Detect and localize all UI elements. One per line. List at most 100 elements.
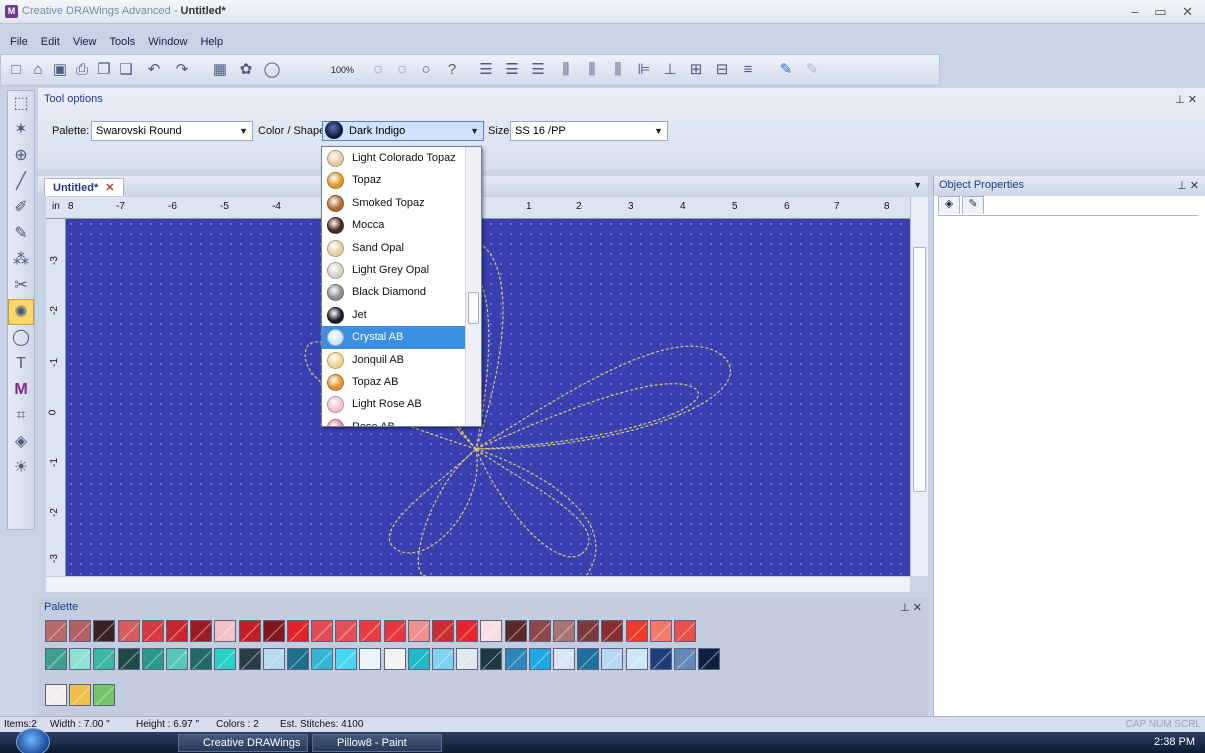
palette-color-swatch[interactable] xyxy=(432,648,454,670)
palette-color-swatch[interactable] xyxy=(165,648,188,670)
distribute-v-icon[interactable]: ⊥ xyxy=(661,61,679,79)
palette-icon[interactable]: ✿ xyxy=(237,61,255,79)
color-option[interactable]: Light Grey Opal xyxy=(322,259,481,281)
align-left-icon[interactable]: ☰ xyxy=(477,61,495,79)
new-icon[interactable]: □ xyxy=(7,61,25,79)
palette-color-swatch[interactable] xyxy=(69,648,92,670)
ungroup-icon[interactable]: ⊟ xyxy=(713,61,731,79)
palette-color-swatch[interactable] xyxy=(480,620,503,642)
palette-color-swatch[interactable] xyxy=(45,648,67,670)
palette-color-swatch[interactable] xyxy=(649,620,672,642)
fill-properties-tab-icon[interactable]: ◈ xyxy=(938,196,960,214)
menu-window[interactable]: Window xyxy=(148,36,187,48)
monogram-tool-icon[interactable]: M xyxy=(8,377,34,403)
color-option[interactable]: Black Diamond xyxy=(322,281,481,303)
color-option[interactable]: Light Colorado Topaz xyxy=(322,147,481,169)
text-tool-icon[interactable]: T xyxy=(8,351,34,377)
palette-color-swatch[interactable] xyxy=(214,648,237,670)
color-option[interactable]: Topaz xyxy=(322,169,481,191)
palette-color-swatch[interactable] xyxy=(383,620,406,642)
palette-color-swatch[interactable] xyxy=(286,620,309,642)
palette-color-swatch[interactable] xyxy=(552,648,575,670)
zoom-fit-icon[interactable]: ○ xyxy=(417,61,435,79)
align-center-icon[interactable]: ☰ xyxy=(503,61,521,79)
align-bottom-icon[interactable]: ⫼ xyxy=(609,61,627,79)
align-right-icon[interactable]: ☰ xyxy=(529,61,547,79)
help-icon[interactable]: ? xyxy=(443,61,461,79)
group-icon[interactable]: ⊞ xyxy=(687,61,705,79)
select-tool-icon[interactable]: ⬚ xyxy=(8,91,34,117)
palette-color-swatch[interactable] xyxy=(262,648,285,670)
palette-special-swatch[interactable] xyxy=(45,684,67,706)
color-option[interactable]: Rose AB xyxy=(322,416,481,426)
zoom-tool-icon[interactable]: ⊕ xyxy=(8,143,34,169)
color-shape-dropdown-list[interactable]: Light Colorado Topaz Topaz Smoked Topaz Moc… xyxy=(321,146,482,427)
order-icon[interactable]: ≡ xyxy=(739,61,757,79)
palette-color-swatch[interactable] xyxy=(117,620,140,642)
palette-color-swatch[interactable] xyxy=(383,648,406,670)
palette-color-swatch[interactable] xyxy=(141,648,164,670)
taskbar-app-paint[interactable]: Pillow8 - Paint xyxy=(312,734,442,752)
palette-color-swatch[interactable] xyxy=(407,620,430,642)
menu-file[interactable]: File xyxy=(10,36,28,48)
color-option[interactable]: Mocca xyxy=(322,214,481,236)
menu-help[interactable]: Help xyxy=(200,36,223,48)
palette-color-swatch[interactable] xyxy=(262,620,285,642)
palette-color-swatch[interactable] xyxy=(93,620,116,642)
palette-color-swatch[interactable] xyxy=(456,620,479,642)
palette-color-swatch[interactable] xyxy=(359,620,382,642)
palette-color-swatch[interactable] xyxy=(601,648,624,670)
spray-tool-icon[interactable]: ⁂ xyxy=(8,247,34,273)
palette-color-swatch[interactable] xyxy=(238,648,261,670)
palette-color-swatch[interactable] xyxy=(141,620,164,642)
color-option[interactable]: Light Rose AB xyxy=(322,393,481,415)
knife-tool-icon[interactable]: ✂ xyxy=(8,273,34,299)
palette-color-swatch[interactable] xyxy=(117,648,140,670)
palette-color-swatch[interactable] xyxy=(311,648,334,670)
palette-color-swatch[interactable] xyxy=(335,648,358,670)
redo-icon[interactable]: ↷ xyxy=(173,61,191,79)
ellipse-tool-icon[interactable]: ◯ xyxy=(8,325,34,351)
size-select[interactable]: SS 16 /PP ▼ xyxy=(510,121,668,141)
color-option[interactable]: Topaz AB xyxy=(322,371,481,393)
crystal-tool-icon[interactable]: ✺ xyxy=(8,299,34,325)
zoom-out-icon[interactable]: ◌ xyxy=(393,61,411,79)
save-icon[interactable]: ▣ xyxy=(51,61,69,79)
tab-list-chevron-icon[interactable]: ▼ xyxy=(913,180,922,190)
open-icon[interactable]: ⌂ xyxy=(29,61,47,79)
bezier-tool-icon[interactable]: ✐ xyxy=(8,195,34,221)
palette-color-swatch[interactable] xyxy=(673,648,696,670)
palette-color-swatch[interactable] xyxy=(165,620,188,642)
scroll-thumb[interactable] xyxy=(468,292,479,324)
palette-color-swatch[interactable] xyxy=(190,648,213,670)
menu-view[interactable]: View xyxy=(73,36,97,48)
copy-icon[interactable]: ❐ xyxy=(95,61,113,79)
palette-color-swatch[interactable] xyxy=(504,648,527,670)
panel-pin-close-icon[interactable]: ⊥ ✕ xyxy=(1177,179,1199,192)
grid-tool-icon[interactable]: ⌗ xyxy=(8,403,34,429)
taskbar-app-drawings[interactable]: Creative DRAWings ... xyxy=(178,734,308,753)
color-shape-select[interactable]: Dark Indigo ▼ xyxy=(322,121,484,141)
reshape-tool-icon[interactable]: ✶ xyxy=(8,117,34,143)
zoom-in-icon[interactable]: ◌ xyxy=(369,61,387,79)
undo-icon[interactable]: ↶ xyxy=(145,61,163,79)
palette-color-swatch[interactable] xyxy=(577,620,600,642)
palette-color-swatch[interactable] xyxy=(528,620,551,642)
effects-tool-icon[interactable]: ☀ xyxy=(8,455,34,481)
palette-color-swatch[interactable] xyxy=(552,620,575,642)
palette-color-swatch[interactable] xyxy=(190,620,213,642)
stroke-properties-tab-icon[interactable]: ✎ xyxy=(962,196,984,214)
palette-color-swatch[interactable] xyxy=(69,620,92,642)
palette-color-swatch[interactable] xyxy=(335,620,358,642)
color-option[interactable]: Crystal AB xyxy=(322,326,481,349)
palette-color-swatch[interactable] xyxy=(407,648,430,670)
start-button[interactable] xyxy=(16,728,50,753)
document-tab[interactable]: Untitled* ✕ xyxy=(44,178,124,196)
palette-color-swatch[interactable] xyxy=(625,648,648,670)
pen-icon[interactable]: ✎ xyxy=(777,61,795,79)
palette-select[interactable]: Swarovski Round ▼ xyxy=(91,121,253,141)
palette-color-swatch[interactable] xyxy=(504,620,527,642)
palette-color-swatch[interactable] xyxy=(698,648,721,670)
eraser-icon[interactable]: ✎ xyxy=(803,61,821,79)
zoom-level[interactable]: 100% xyxy=(331,65,354,75)
